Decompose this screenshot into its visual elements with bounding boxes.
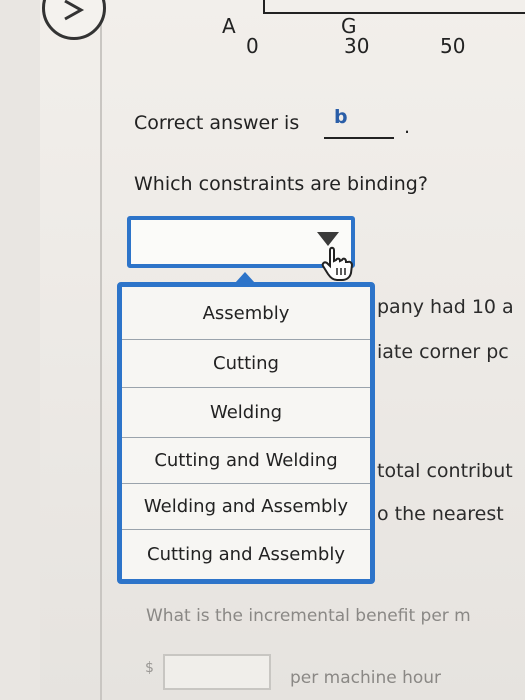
unit-label: per machine hour [290, 668, 442, 688]
dropdown-option-cutting-and-welding[interactable]: Cutting and Welding [122, 437, 370, 483]
chevron-right-icon [64, 0, 85, 21]
graph-tick-label: 0 [246, 34, 259, 58]
currency-symbol: $ [145, 660, 154, 676]
dropdown-option-cutting-and-assembly[interactable]: Cutting and Assembly [122, 529, 370, 579]
background-text: iate corner pc [377, 341, 509, 363]
correct-answer-value: b [334, 106, 348, 128]
incremental-benefit-question: What is the incremental benefit per m [146, 606, 471, 626]
graph-tick-label: 30 [344, 34, 370, 58]
hand-cursor-icon [321, 246, 354, 281]
page-margin-rule [100, 0, 102, 700]
background-text: total contribut [377, 460, 513, 482]
dropdown-option-cutting[interactable]: Cutting [122, 339, 370, 387]
answer-underline [324, 137, 394, 139]
background-text: pany had 10 a [377, 296, 514, 318]
graph-tick-label: 50 [440, 34, 466, 58]
graph-point-a-label: A [222, 14, 236, 38]
incremental-benefit-input[interactable] [163, 654, 271, 690]
dropdown-arrow-icon[interactable] [317, 232, 339, 246]
dropdown-option-welding-and-assembly[interactable]: Welding and Assembly [122, 483, 370, 529]
answer-period: . [404, 116, 411, 138]
correct-answer-text: Correct answer is [134, 112, 300, 134]
dropdown-option-assembly[interactable]: Assembly [122, 287, 370, 339]
question-text: Which constraints are binding? [134, 173, 428, 195]
graph-baseline [263, 12, 525, 14]
dropdown-option-welding[interactable]: Welding [122, 387, 370, 437]
background-text: o the nearest [377, 503, 504, 525]
dropdown-menu[interactable]: Assembly Cutting Welding Cutting and Wel… [117, 282, 375, 584]
